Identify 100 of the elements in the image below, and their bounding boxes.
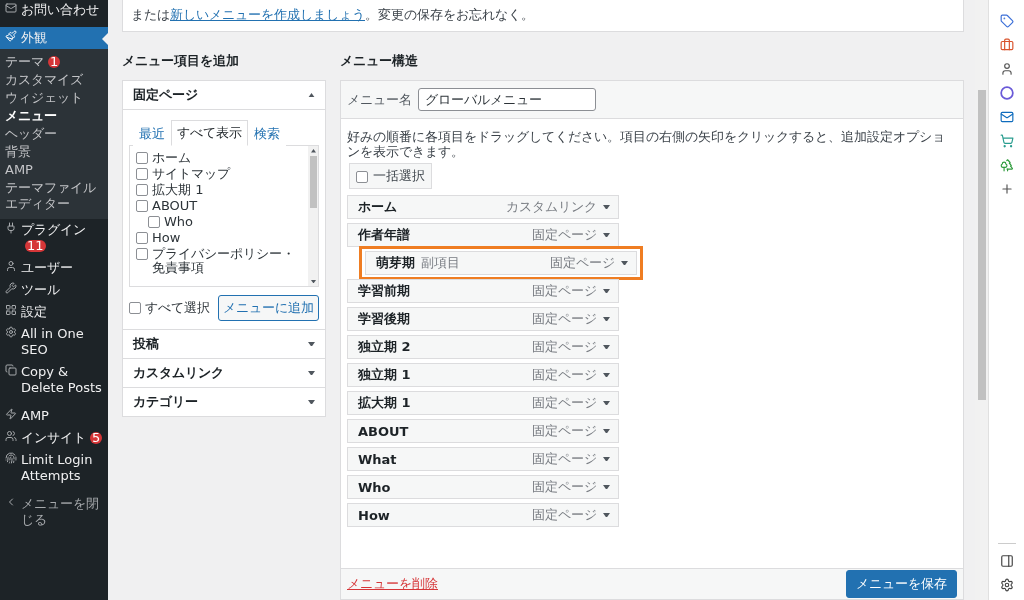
sidebar-item[interactable]: ユーザー (0, 257, 108, 279)
section-heading: メニュー構造 (340, 52, 419, 70)
submenu-item[interactable]: テーマファイルエディター (0, 179, 108, 213)
caret-icon[interactable] (621, 260, 628, 266)
submenu-item[interactable]: テーマ 1 (0, 53, 108, 71)
caret-icon[interactable] (603, 400, 610, 406)
menu-item[interactable]: ABOUT 固定ページ (347, 419, 619, 443)
sidebar-label: ツール (21, 282, 60, 298)
arrow-down-icon[interactable] (310, 279, 316, 283)
sidebar-item[interactable]: ツール (0, 279, 108, 301)
accordion-header[interactable]: 投稿 (123, 329, 325, 358)
collapse-menu[interactable]: メニューを閉じる (0, 493, 108, 531)
mail-icon[interactable] (999, 110, 1014, 124)
caret-icon[interactable] (603, 232, 610, 238)
sidebar-label: インサイト 5 (21, 430, 103, 446)
people-icon (5, 430, 17, 442)
delete-menu-link[interactable]: メニューを削除 (347, 575, 438, 593)
settings-icon[interactable] (999, 578, 1014, 592)
submenu-item[interactable]: メニュー (0, 107, 108, 125)
menu-item[interactable]: What 固定ページ (347, 447, 619, 471)
caret-icon[interactable] (603, 204, 610, 210)
select-all-label: すべて選択 (145, 301, 210, 315)
accordion-header[interactable]: 固定ページ (123, 81, 325, 109)
sidebar-item[interactable]: お問い合わせ (0, 0, 108, 21)
checkbox[interactable] (136, 152, 148, 164)
mail-icon (5, 2, 17, 14)
menu-item[interactable]: ホーム カスタムリンク (347, 195, 619, 219)
page-label: プライバシーポリシー・免責事項 (152, 247, 296, 275)
item-type: 固定ページ (532, 422, 597, 440)
item-type: 固定ページ (532, 338, 597, 356)
checkbox[interactable] (129, 302, 141, 314)
sidebar-item[interactable]: AMP (0, 405, 108, 427)
caret-icon[interactable] (603, 372, 610, 378)
caret-icon[interactable] (603, 316, 610, 322)
create-menu-link[interactable]: 新しいメニューを作成しましょう (170, 7, 365, 22)
checkbox[interactable] (136, 200, 148, 212)
page-label: サイトマップ (152, 167, 230, 181)
plus-icon[interactable] (999, 182, 1014, 196)
sidebar-item[interactable]: All in One SEO (0, 323, 108, 361)
panel-icon[interactable] (999, 554, 1014, 568)
sidebar-item[interactable]: プラグイン 11 (0, 219, 108, 257)
tree-icon[interactable] (999, 158, 1014, 172)
caret-icon[interactable] (603, 288, 610, 294)
menu-item[interactable]: Who 固定ページ (347, 475, 619, 499)
sidebar-item[interactable]: インサイト 5 (0, 427, 108, 449)
cart-icon[interactable] (999, 134, 1014, 148)
item-type: 固定ページ (532, 450, 597, 468)
checkbox[interactable] (136, 168, 148, 180)
submenu-item[interactable]: 背景 (0, 143, 108, 161)
menu-item[interactable]: 萌芽期 副項目 固定ページ (365, 251, 637, 275)
ring-icon[interactable] (999, 86, 1014, 100)
caret-icon[interactable] (603, 344, 610, 350)
arrow-up-icon[interactable] (310, 149, 316, 153)
menu-item[interactable]: 独立期 2 固定ページ (347, 335, 619, 359)
caret-icon[interactable] (603, 428, 610, 434)
tab[interactable]: すべて表示 (171, 120, 248, 146)
item-type: 固定ページ (532, 394, 597, 412)
menu-item[interactable]: 独立期 1 固定ページ (347, 363, 619, 387)
item-type: 固定ページ (532, 310, 597, 328)
menu-item[interactable]: 学習後期 固定ページ (347, 307, 619, 331)
accordion-header[interactable]: カスタムリンク (123, 358, 325, 387)
checkbox[interactable] (148, 216, 160, 228)
sidebar-label: プラグイン 11 (21, 222, 87, 254)
checkbox[interactable] (136, 248, 148, 260)
item-type: 固定ページ (532, 506, 597, 524)
item-type: 固定ページ (550, 254, 615, 272)
sidebar-label: All in One SEO (21, 326, 85, 358)
menu-item[interactable]: 拡大期 1 固定ページ (347, 391, 619, 415)
menu-name-field[interactable]: グローバルメニュー (418, 88, 596, 111)
submenu-item[interactable]: ヘッダー (0, 125, 108, 143)
scrollbar[interactable] (308, 146, 318, 286)
menu-item[interactable]: How 固定ページ (347, 503, 619, 527)
sidebar-label: ユーザー (21, 260, 73, 276)
tag-icon[interactable] (999, 14, 1014, 28)
bolt-icon (5, 408, 17, 420)
submenu-item[interactable]: AMP (0, 161, 108, 179)
page-label: Who (164, 215, 194, 229)
page-label: ABOUT (152, 199, 198, 213)
checkbox[interactable] (136, 184, 148, 196)
bulk-select-toggle[interactable]: 一括選択 (349, 163, 432, 189)
sidebar-item[interactable]: Copy & Delete Posts (0, 361, 108, 399)
submenu-item[interactable]: カスタマイズ (0, 71, 108, 89)
add-to-menu-button[interactable]: メニューに追加 (218, 295, 319, 321)
menu-item[interactable]: 学習前期 固定ページ (347, 279, 619, 303)
caret-icon[interactable] (603, 484, 610, 490)
user-icon[interactable] (999, 62, 1014, 76)
caret-icon[interactable] (603, 512, 610, 518)
accordion-header[interactable]: カテゴリー (123, 387, 325, 416)
sidebar-item[interactable]: 外観 (0, 27, 108, 49)
checkbox[interactable] (356, 170, 368, 183)
sidebar-item[interactable]: 設定 (0, 301, 108, 323)
checkbox[interactable] (136, 232, 148, 244)
sidebar-item[interactable]: Limit Login Attempts (0, 449, 108, 487)
menu-item[interactable]: 作者年譜 固定ページ (347, 223, 619, 247)
caret-icon[interactable] (603, 456, 610, 462)
briefcase-icon[interactable] (999, 38, 1014, 52)
instructions-text: 好みの順番に各項目をドラッグしてください。項目の右側の矢印をクリックすると、追加設定オプションを表示できます。 (347, 129, 946, 159)
save-menu-button[interactable]: メニューを保存 (846, 570, 957, 598)
paintbrush-icon (5, 30, 17, 42)
submenu-item[interactable]: ウィジェット (0, 89, 108, 107)
